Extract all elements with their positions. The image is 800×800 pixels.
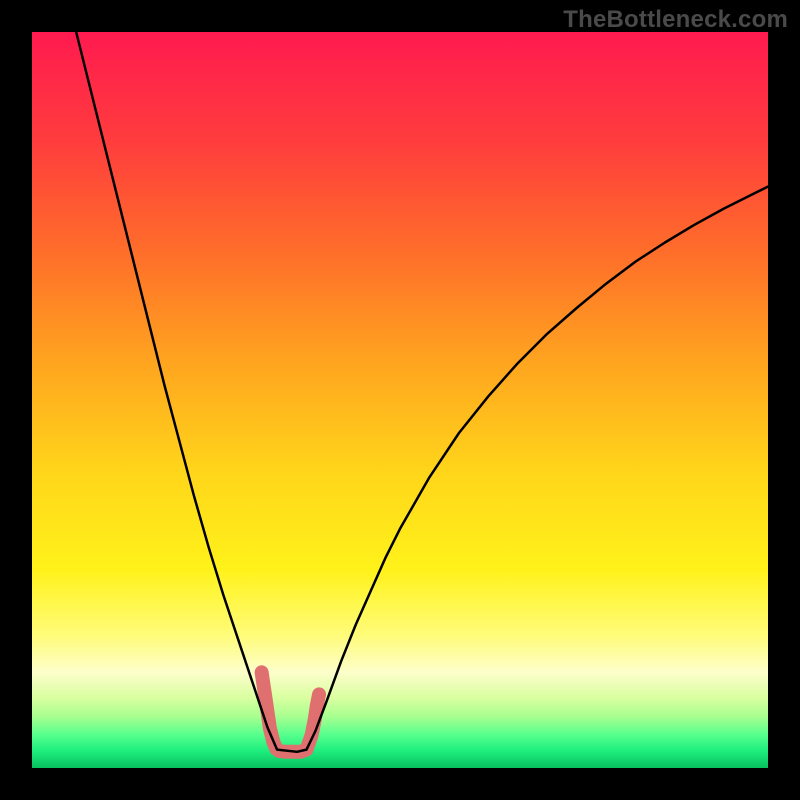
plot-area (32, 32, 768, 768)
curve-black (76, 32, 768, 752)
watermark-text: TheBottleneck.com (563, 6, 788, 34)
chart-frame: TheBottleneck.com (0, 0, 800, 800)
curves-layer (32, 32, 768, 768)
